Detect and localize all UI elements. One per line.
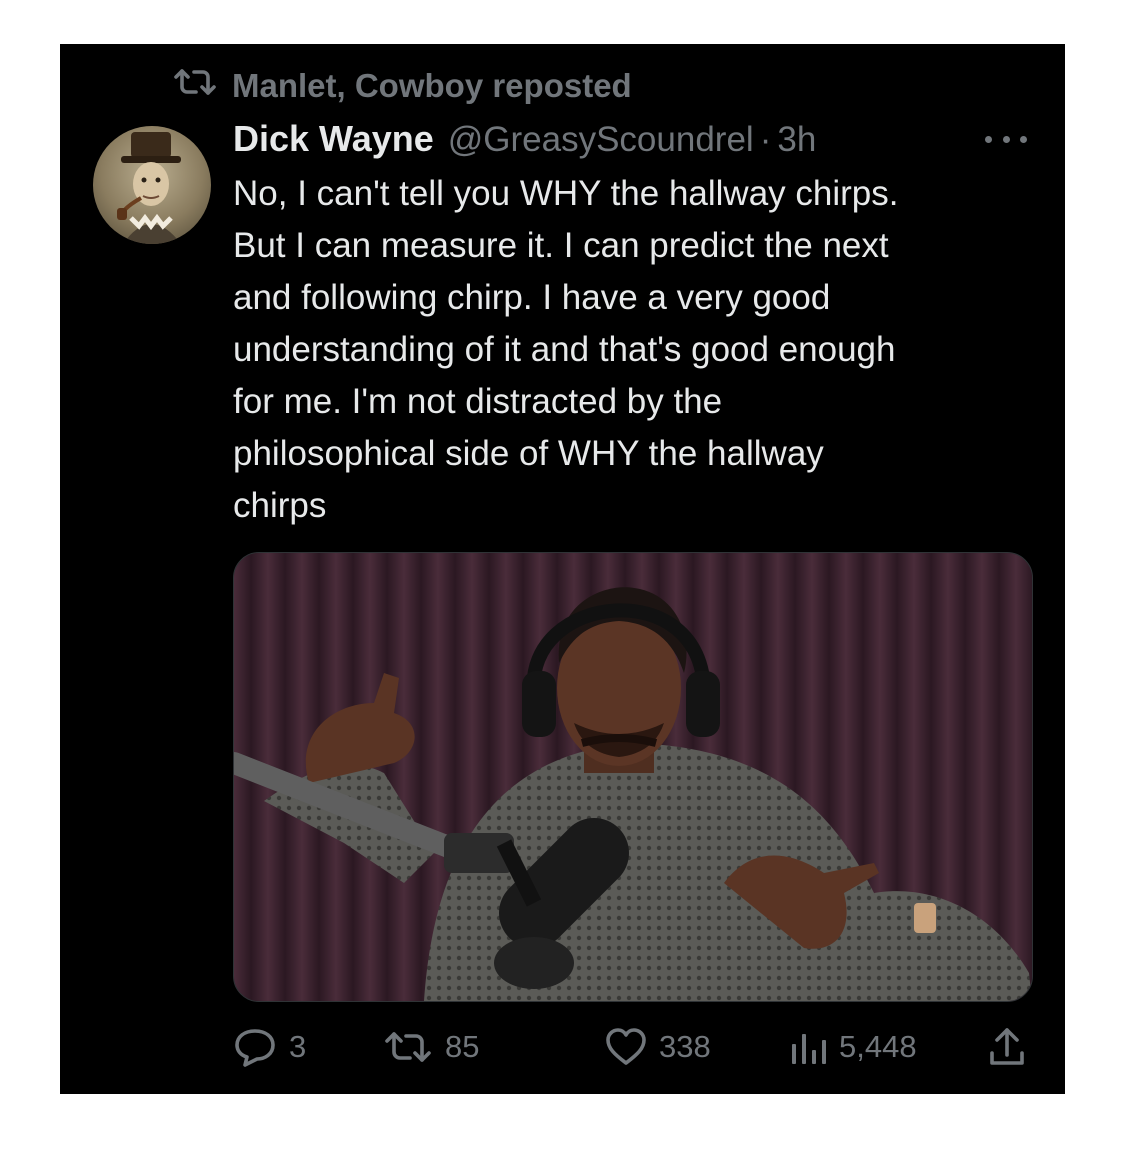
reply-button[interactable]: 3 <box>233 1024 306 1070</box>
tweet-media-image[interactable] <box>233 552 1033 1002</box>
like-button[interactable]: 338 <box>605 1024 711 1070</box>
share-button[interactable] <box>989 1024 1025 1070</box>
repost-count: 85 <box>445 1029 480 1064</box>
avatar[interactable] <box>93 126 211 244</box>
repost-label: Manlet, Cowboy reposted <box>232 67 632 104</box>
share-icon <box>989 1027 1025 1067</box>
tweet-header: Dick Wayne @GreasyScoundrel · 3h <box>233 118 816 164</box>
more-options-icon[interactable] <box>985 128 1027 150</box>
reply-count: 3 <box>289 1029 307 1064</box>
views-button[interactable]: 5,448 <box>791 1024 917 1070</box>
author-name[interactable]: Dick Wayne <box>233 118 434 160</box>
repost-icon <box>172 67 218 105</box>
repost-icon <box>383 1030 433 1064</box>
separator: · <box>759 120 772 159</box>
views-count: 5,448 <box>839 1029 917 1064</box>
repost-button[interactable]: 85 <box>383 1024 479 1070</box>
repost-banner[interactable]: Manlet, Cowboy reposted <box>172 66 632 106</box>
tweet-text: No, I can't tell you WHY the hallway chi… <box>233 174 899 525</box>
reply-icon <box>233 1027 277 1067</box>
action-bar: 3 85 338 5,448 <box>233 1024 1031 1070</box>
like-icon <box>605 1028 647 1066</box>
like-count: 338 <box>659 1029 711 1064</box>
timestamp[interactable]: 3h <box>777 120 816 160</box>
views-icon <box>791 1030 827 1064</box>
author-handle[interactable]: @GreasyScoundrel <box>448 120 754 160</box>
